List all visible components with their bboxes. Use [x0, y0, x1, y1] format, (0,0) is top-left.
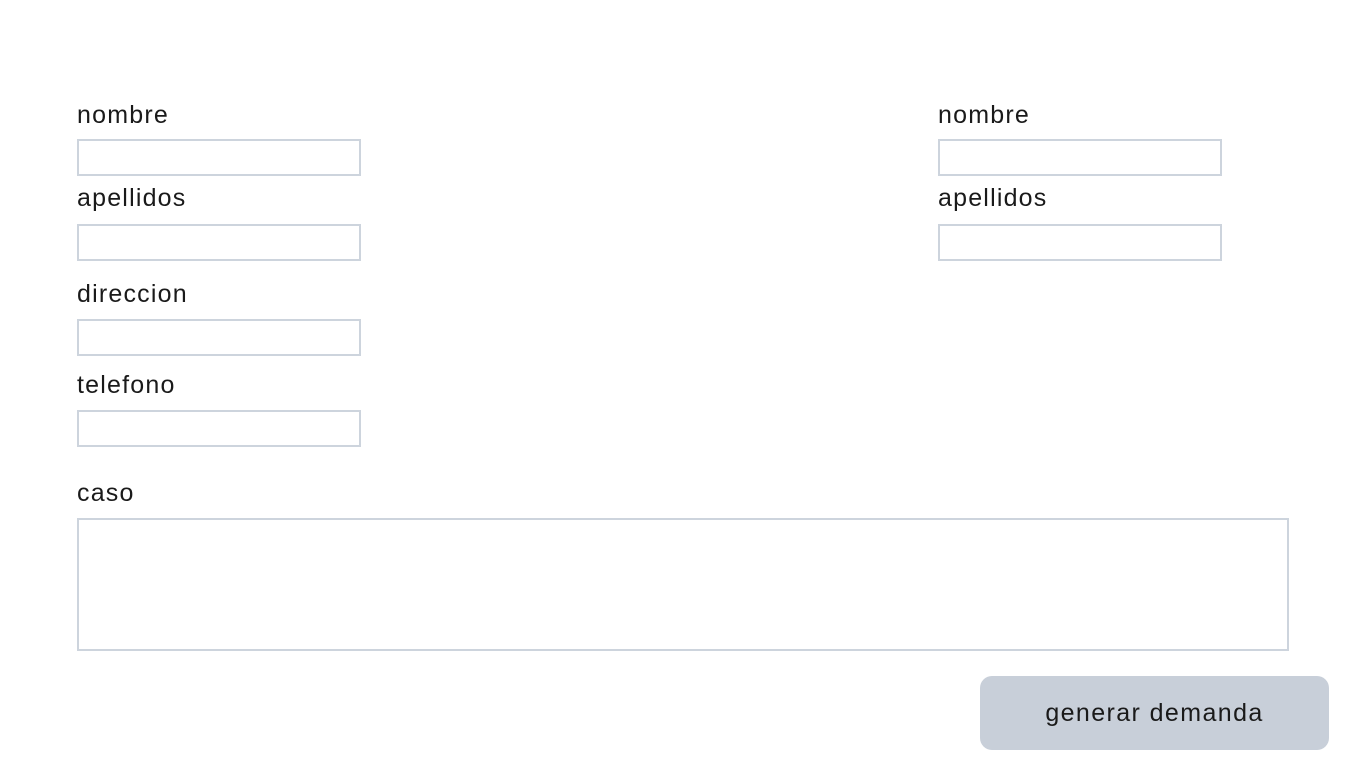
direccion-label: direccion — [77, 280, 188, 308]
caso-label: caso — [77, 479, 135, 507]
right-nombre-input[interactable] — [938, 139, 1222, 176]
demand-form-page: nombre apellidos direccion telefono nomb… — [0, 0, 1366, 768]
generar-demanda-button[interactable]: generar demanda — [980, 676, 1329, 750]
telefono-label: telefono — [77, 371, 176, 399]
left-apellidos-label: apellidos — [77, 184, 187, 212]
telefono-input[interactable] — [77, 410, 361, 447]
left-nombre-input[interactable] — [77, 139, 361, 176]
left-apellidos-input[interactable] — [77, 224, 361, 261]
direccion-input[interactable] — [77, 319, 361, 356]
right-apellidos-input[interactable] — [938, 224, 1222, 261]
right-nombre-label: nombre — [938, 101, 1030, 129]
caso-textarea[interactable] — [77, 518, 1289, 651]
right-apellidos-label: apellidos — [938, 184, 1048, 212]
left-nombre-label: nombre — [77, 101, 169, 129]
